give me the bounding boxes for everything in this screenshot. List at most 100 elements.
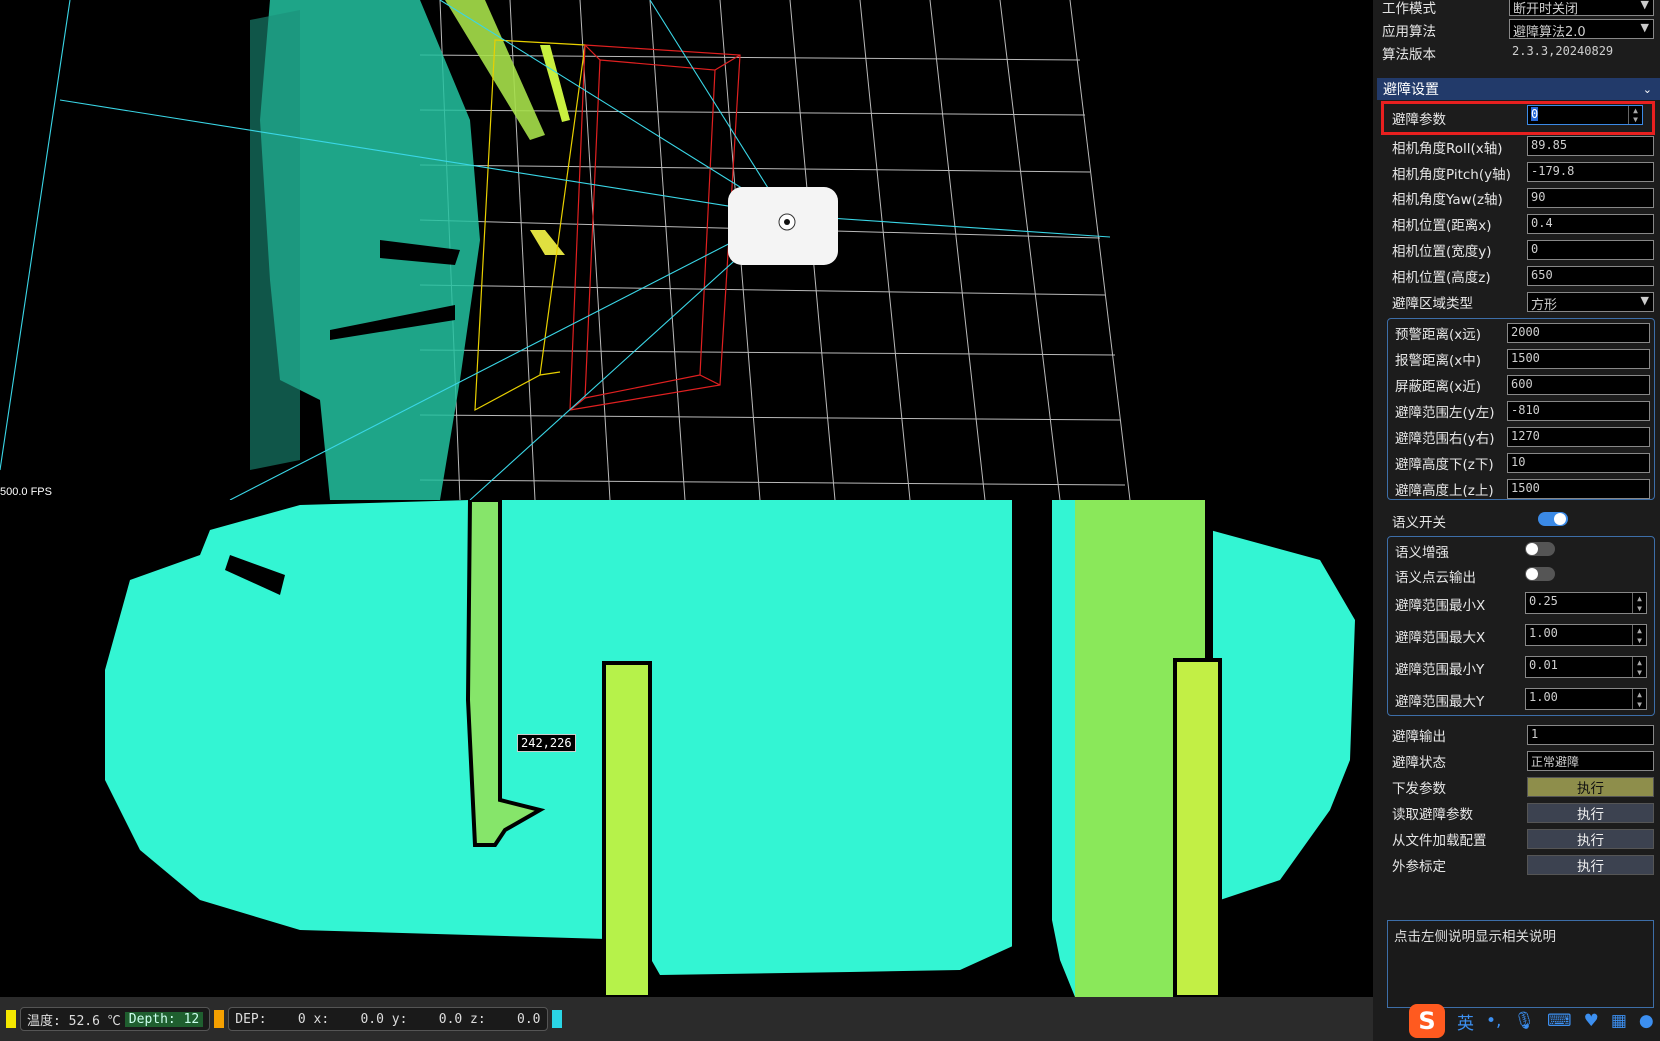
ime-punctuation-toggle[interactable]: •,	[1486, 1011, 1501, 1031]
skin-icon[interactable]: ♥	[1584, 1011, 1599, 1031]
read-params-button[interactable]: 执行	[1527, 803, 1654, 823]
load-config-button[interactable]: 执行	[1527, 829, 1654, 849]
roll-input[interactable]: 89.85	[1527, 136, 1654, 156]
depth-image-view[interactable]: 242,226	[0, 500, 1373, 997]
toggle-knob	[1526, 543, 1538, 555]
height-low-input[interactable]: 10	[1507, 453, 1650, 473]
height-low-label: 避障高度下(z下)	[1395, 457, 1494, 473]
obstacle-output-value: 1	[1527, 725, 1654, 745]
temp-color-swatch	[6, 1010, 16, 1028]
send-params-button[interactable]: 执行	[1527, 777, 1654, 797]
mascot-icon[interactable]: ●	[1639, 1011, 1654, 1031]
semantic-enhance-toggle[interactable]	[1525, 542, 1555, 556]
max-x-label: 避障范围最大X	[1395, 630, 1486, 646]
range-right-input[interactable]: 1270	[1507, 427, 1650, 447]
depth-color-swatch	[214, 1010, 225, 1028]
highlight-annotation-box	[1381, 101, 1655, 135]
max-x-spinbox[interactable]: 1.00 ▲ ▼	[1525, 624, 1647, 646]
cursor-coordinate-readout: 242,226	[517, 734, 576, 752]
toggle-knob	[1554, 513, 1566, 525]
keyboard-icon[interactable]: ⌨	[1547, 1011, 1572, 1031]
toolbox-icon[interactable]: ▦	[1611, 1011, 1627, 1031]
extrinsic-calib-label: 外参标定	[1392, 859, 1446, 875]
obstacle-state-label: 避障状态	[1392, 755, 1446, 771]
algorithm-version-value: 2.3.3,20240829	[1512, 44, 1614, 58]
mask-distance-input[interactable]: 600	[1507, 375, 1650, 395]
point-cloud-canvas	[0, 0, 1131, 500]
depth-image-canvas	[105, 500, 1355, 997]
obstacle-settings-header[interactable]: 避障设置 ⌄	[1377, 78, 1660, 100]
temperature-label: 温度: 52.6 ℃	[27, 1013, 121, 1029]
pos-y-input[interactable]: 0	[1527, 240, 1654, 260]
area-type-label: 避障区域类型	[1392, 296, 1473, 312]
spin-arrows[interactable]: ▲ ▼	[1632, 593, 1646, 613]
help-text-box: 点击左侧说明显示相关说明	[1387, 920, 1654, 1008]
min-x-spinbox[interactable]: 0.25 ▲ ▼	[1525, 592, 1647, 614]
height-high-label: 避障高度上(z上)	[1395, 483, 1494, 499]
pos-y-label: 相机位置(宽度y)	[1392, 244, 1492, 260]
warn-distance-input[interactable]: 2000	[1507, 323, 1650, 343]
semantic-enhance-label: 语义增强	[1395, 545, 1449, 561]
temperature-depth-box: 温度: 52.6 ℃ Depth: 12	[20, 1007, 211, 1031]
area-type-select[interactable]: 方形 ▼	[1527, 292, 1654, 313]
min-x-label: 避障范围最小X	[1395, 598, 1486, 614]
coordinate-readout-box: DEP: 0 x: 0.0 y: 0.0 z: 0.0	[228, 1007, 548, 1031]
sogou-logo-icon[interactable]: S	[1409, 1004, 1445, 1038]
min-y-spinbox[interactable]: 0.01 ▲ ▼	[1525, 656, 1647, 678]
section-title: 避障设置	[1383, 82, 1439, 98]
algorithm-select[interactable]: 避障算法2.0 ▼	[1509, 19, 1654, 40]
read-params-label: 读取避障参数	[1392, 807, 1473, 823]
settings-panel: 工作模式 断开时关闭 ▼ 应用算法 避障算法2.0 ▼ 算法版本 2.3.3,202…	[1373, 0, 1660, 1041]
pos-x-label: 相机位置(距离x)	[1392, 218, 1492, 234]
range-right-label: 避障范围右(y右)	[1395, 431, 1495, 447]
extrinsic-calib-button[interactable]: 执行	[1527, 855, 1654, 875]
obstacle-state-value: 正常避障	[1527, 751, 1654, 771]
work-mode-label: 工作模式	[1382, 1, 1436, 17]
chevron-down-icon: ⌄	[1642, 82, 1652, 96]
pitch-input[interactable]: -179.8	[1527, 162, 1654, 182]
pitch-label: 相机角度Pitch(y轴)	[1392, 167, 1511, 183]
semantic-switch-toggle[interactable]	[1538, 512, 1568, 526]
alarm-distance-input[interactable]: 1500	[1507, 349, 1650, 369]
yaw-input[interactable]: 90	[1527, 188, 1654, 208]
max-y-label: 避障范围最大Y	[1395, 694, 1485, 710]
algorithm-label: 应用算法	[1382, 24, 1436, 40]
semantic-switch-label: 语义开关	[1392, 515, 1446, 531]
chevron-down-icon: ▼	[1640, 0, 1649, 11]
range-left-label: 避障范围左(y左)	[1395, 405, 1495, 421]
pos-x-input[interactable]: 0.4	[1527, 214, 1654, 234]
semantic-cloud-output-toggle[interactable]	[1525, 567, 1555, 581]
fps-label: 500.0 FPS	[0, 486, 52, 498]
send-params-label: 下发参数	[1392, 781, 1446, 797]
ime-toolbar[interactable]: S 英 •, 🎙 ⌨ ♥ ▦ ●	[1405, 1001, 1660, 1041]
yaw-label: 相机角度Yaw(z轴)	[1392, 192, 1503, 208]
pos-z-label: 相机位置(高度z)	[1392, 270, 1491, 286]
algorithm-version-label: 算法版本	[1382, 47, 1436, 63]
point-cloud-viewport[interactable]: 500.0 FPS	[0, 0, 1373, 500]
spin-arrows[interactable]: ▲ ▼	[1632, 689, 1646, 709]
semantic-cloud-output-label: 语义点云输出	[1395, 570, 1476, 586]
spin-arrows[interactable]: ▲ ▼	[1632, 657, 1646, 677]
toggle-knob	[1526, 568, 1538, 580]
obstacle-output-label: 避障输出	[1392, 729, 1446, 745]
cursor-color-swatch	[551, 1010, 562, 1028]
max-y-spinbox[interactable]: 1.00 ▲ ▼	[1525, 688, 1647, 710]
app-window: 500.0 FPS 242,226 温度: 52.6 ℃ Depth: 12 D…	[0, 0, 1660, 1041]
depth-label: Depth: 12	[124, 1011, 204, 1027]
chevron-down-icon: ▼	[1640, 21, 1649, 34]
height-high-input[interactable]: 1500	[1507, 479, 1650, 499]
mask-distance-label: 屏蔽距离(x近)	[1395, 379, 1482, 395]
load-config-label: 从文件加载配置	[1392, 833, 1487, 849]
ime-mode-toggle[interactable]: 英	[1457, 1009, 1474, 1034]
work-mode-select[interactable]: 断开时关闭 ▼	[1509, 0, 1654, 17]
coordinate-readout: DEP: 0 x: 0.0 y: 0.0 z: 0.0	[235, 1011, 541, 1027]
min-y-label: 避障范围最小Y	[1395, 662, 1485, 678]
roll-label: 相机角度Roll(x轴)	[1392, 141, 1503, 157]
range-left-input[interactable]: -810	[1507, 401, 1650, 421]
microphone-icon[interactable]: 🎙	[1513, 1011, 1535, 1031]
chevron-down-icon: ▼	[1640, 294, 1649, 307]
alarm-distance-label: 报警距离(x中)	[1395, 353, 1482, 369]
status-bar: 温度: 52.6 ℃ Depth: 12 DEP: 0 x: 0.0 y: 0.…	[0, 997, 1373, 1041]
pos-z-input[interactable]: 650	[1527, 266, 1654, 286]
spin-arrows[interactable]: ▲ ▼	[1632, 625, 1646, 645]
